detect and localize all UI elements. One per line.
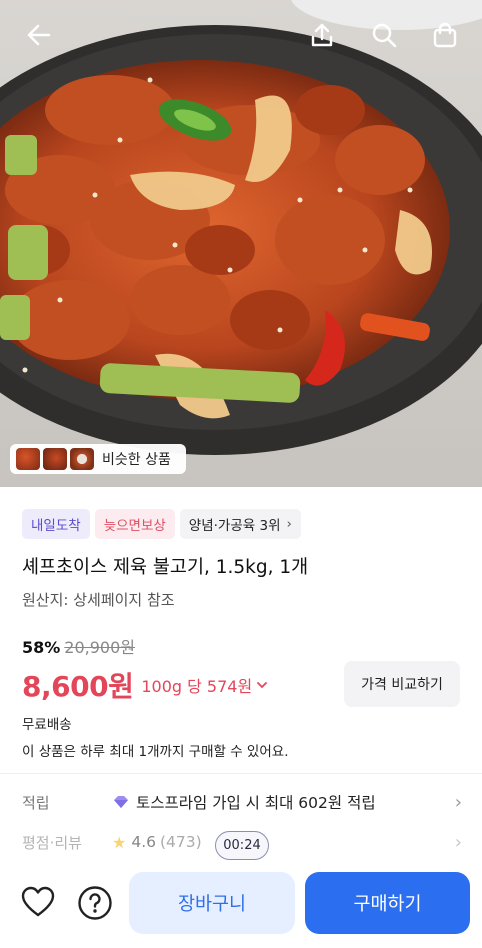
similar-thumb (70, 448, 94, 470)
chevron-right-icon: › (454, 791, 462, 813)
unit-price-toggle[interactable]: 100g 당 574원 (141, 673, 268, 697)
rating-value: 4.6 (131, 833, 156, 851)
badge-late-compensation: 늦으면보상 (94, 509, 175, 539)
bottom-action-bar: 장바구니 구매하기 (0, 866, 482, 948)
question-icon[interactable] (76, 884, 114, 922)
chevron-right-icon: › (454, 831, 462, 853)
purchase-limit-info: 이 상품은 하루 최대 1개까지 구매할 수 있어요. (22, 744, 289, 760)
review-count: (473) (160, 833, 202, 851)
food-photo (0, 0, 482, 455)
similar-products-chip[interactable]: 비슷한 상품 (10, 444, 186, 474)
review-key: 평점·리뷰 (22, 833, 82, 852)
badge-category-rank[interactable]: 양념·가공육 3위 › (179, 509, 301, 539)
chevron-down-icon (257, 682, 268, 689)
similar-thumb (16, 448, 40, 470)
rank-label: 양념·가공육 3위 (188, 518, 281, 534)
discount-rate: 58% (22, 638, 61, 657)
product-title: 셰프초이스 제육 불고기, 1.5kg, 1개 (22, 557, 309, 578)
share-icon[interactable] (305, 18, 339, 52)
similar-thumb (43, 448, 67, 470)
chevron-right-icon: › (286, 516, 292, 532)
badge-row: 내일도착 늦으면보상 양념·가공육 3위 › (22, 509, 301, 539)
search-icon[interactable] (367, 18, 401, 52)
badge-next-day: 내일도착 (22, 509, 90, 539)
product-origin: 원산지: 상세페이지 참조 (22, 591, 175, 609)
original-price: 20,900원 (64, 638, 136, 657)
buy-now-button[interactable]: 구매하기 (305, 872, 470, 934)
sale-price: 8,600원 (22, 670, 134, 703)
discount-row: 58% 20,900원 (22, 634, 135, 658)
points-key: 적립 (22, 793, 50, 812)
unit-price: 100g 당 574원 (141, 677, 253, 696)
star-icon: ★ (112, 832, 127, 852)
arrow-left-icon[interactable] (22, 18, 56, 52)
product-image[interactable]: 비슷한 상품 (0, 0, 482, 487)
heart-icon[interactable] (20, 884, 56, 920)
shopping-bag-icon[interactable] (428, 18, 462, 52)
add-to-cart-button[interactable]: 장바구니 (129, 872, 295, 934)
points-row[interactable]: 적립 토스프라임 가입 시 최대 602원 적립 › (22, 789, 462, 815)
compare-price-button[interactable]: 가격 비교하기 (344, 661, 460, 707)
divider (0, 773, 482, 774)
gem-icon (114, 796, 128, 808)
video-timer-badge[interactable]: 00:24 (215, 831, 269, 860)
points-value: 토스프라임 가입 시 최대 602원 적립 (136, 794, 376, 812)
shipping-info: 무료배송 (22, 717, 72, 733)
price-row: 8,600원 100g 당 574원 (22, 665, 268, 705)
top-navigation (0, 0, 482, 70)
similar-products-label: 비슷한 상품 (102, 452, 171, 468)
